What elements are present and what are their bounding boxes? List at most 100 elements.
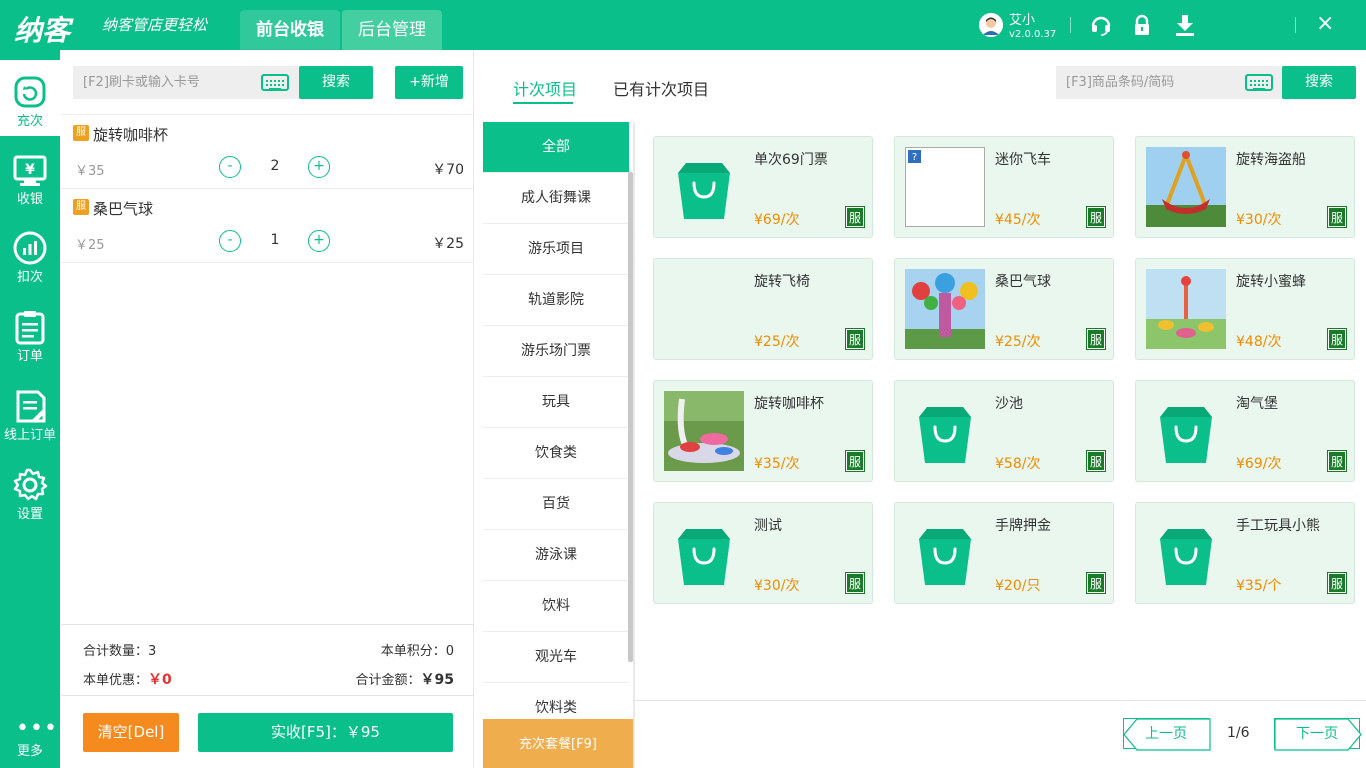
product-name: 单次69门票	[754, 152, 828, 168]
shopping-bag-icon	[664, 147, 744, 227]
product-price: ¥69/次	[754, 212, 800, 228]
category-item[interactable]: 全部	[483, 122, 629, 173]
product-card[interactable]: 单次69门票 ¥69/次 服	[653, 136, 873, 238]
sidebar-item-cashier[interactable]: ¥ 收银	[0, 138, 60, 214]
cart-item-name: 桑巴气球	[93, 200, 154, 218]
order-points: 本单积分：0	[381, 640, 454, 659]
qty-value: 1	[270, 232, 280, 248]
cart-row[interactable]: 服 旋转咖啡杯 ￥35 - 2 + ￥70	[61, 115, 474, 189]
cart-item-total: ￥70	[432, 162, 464, 178]
shopping-bag-icon	[905, 391, 985, 471]
category-item[interactable]: 饮食类	[483, 428, 629, 479]
tab-count-items[interactable]: 计次项目	[513, 76, 577, 100]
next-page-button[interactable]: 下一页	[1274, 718, 1362, 751]
product-search-button[interactable]: 搜索	[1282, 66, 1356, 99]
service-badge: 服	[1327, 328, 1347, 350]
product-price: ¥30/次	[1236, 212, 1282, 228]
keyboard-icon[interactable]	[1245, 74, 1273, 91]
card-search-button[interactable]: 搜索	[299, 66, 373, 99]
category-item[interactable]: 轨道影院	[483, 275, 629, 326]
sidebar-item-orders[interactable]: 订单	[0, 295, 60, 371]
category-item[interactable]: 成人街舞课	[483, 173, 629, 224]
product-name: 旋转咖啡杯	[754, 396, 824, 412]
order-summary: 合计数量：3 本单积分：0 本单优惠：￥0 合计金额：￥95	[61, 624, 474, 696]
total-amount-label: 合计金额：	[355, 673, 421, 688]
qty-increase-button[interactable]: +	[308, 230, 330, 252]
tab-front-cashier[interactable]: 前台收银	[240, 10, 340, 50]
product-card[interactable]: 旋转海盗船 ¥30/次 服	[1135, 136, 1355, 238]
shopping-bag-icon	[1146, 391, 1226, 471]
add-member-button[interactable]: +新增	[395, 66, 463, 99]
service-badge: 服	[1086, 450, 1106, 472]
active-tab-indicator	[513, 102, 573, 104]
product-card[interactable]: 旋转飞椅 ¥25/次 服	[653, 258, 873, 360]
more-icon[interactable]: •••	[16, 718, 58, 740]
prev-page-button[interactable]: 上一页	[1123, 718, 1211, 751]
cart-item-total: ￥25	[432, 236, 464, 252]
product-price: ¥25/次	[754, 334, 800, 350]
product-card[interactable]: 淘气堡 ¥69/次 服	[1135, 380, 1355, 482]
category-item[interactable]: 游泳课	[483, 530, 629, 581]
product-price: ¥35/个	[1236, 578, 1282, 594]
category-item[interactable]: 游乐项目	[483, 224, 629, 275]
total-count: 合计数量：3	[83, 640, 156, 659]
keyboard-icon[interactable]	[261, 74, 289, 91]
product-name: 测试	[754, 518, 782, 534]
product-name: 手工玩具小熊	[1236, 518, 1320, 534]
sidebar-item-online-orders[interactable]: 线上订单	[0, 374, 60, 450]
sidebar-item-deduct[interactable]: 扣次	[0, 216, 60, 292]
product-name: 沙池	[995, 396, 1023, 412]
service-badge: 服	[1327, 450, 1347, 472]
tab-existing-count-items[interactable]: 已有计次项目	[613, 76, 709, 100]
discount-value: ￥0	[148, 672, 172, 688]
product-image	[1146, 269, 1226, 349]
service-tag: 服	[73, 199, 89, 215]
qty-increase-button[interactable]: +	[308, 156, 330, 178]
category-item[interactable]: 百货	[483, 479, 629, 530]
product-card[interactable]: 旋转咖啡杯 ¥35/次 服	[653, 380, 873, 482]
headset-icon[interactable]	[1089, 13, 1113, 37]
product-price: ¥69/次	[1236, 456, 1282, 472]
product-image	[664, 269, 744, 349]
category-item[interactable]: 游乐场门票	[483, 326, 629, 377]
download-icon[interactable]	[1173, 13, 1197, 37]
sidebar-item-more[interactable]: 更多	[0, 740, 60, 759]
divider	[1295, 17, 1296, 33]
recharge-package-button[interactable]: 充次套餐[F9]	[483, 719, 633, 768]
prev-page-label: 上一页	[1145, 726, 1187, 742]
total-count-label: 合计数量：	[83, 644, 149, 659]
sidebar-item-recharge[interactable]: 充次	[0, 60, 60, 136]
points-value: 0	[445, 644, 454, 659]
sidebar-item-settings[interactable]: 设置	[0, 453, 60, 529]
product-name: 旋转小蜜蜂	[1236, 274, 1306, 290]
user-avatar[interactable]	[979, 13, 1003, 37]
pay-button[interactable]: 实收[F5]：￥95	[198, 713, 453, 752]
sidebar: 充次 ¥ 收银 扣次 订单 线上订单 设置 ••• 更多	[0, 50, 60, 768]
tab-back-office[interactable]: 后台管理	[342, 10, 442, 50]
category-item[interactable]: 饮料	[483, 581, 629, 632]
next-page-label: 下一页	[1296, 726, 1338, 742]
category-item[interactable]: 玩具	[483, 377, 629, 428]
qty-decrease-button[interactable]: -	[219, 230, 241, 252]
sidebar-item-label: 线上订单	[3, 428, 56, 443]
product-card[interactable]: 沙池 ¥58/次 服	[894, 380, 1114, 482]
category-item[interactable]: 观光车	[483, 632, 629, 683]
cart-row[interactable]: 服 桑巴气球 ￥25 - 1 + ￥25	[61, 189, 474, 263]
product-card[interactable]: ? 迷你飞车 ¥45/次 服	[894, 136, 1114, 238]
product-card[interactable]: 手工玩具小熊 ¥35/个 服	[1135, 502, 1355, 604]
service-badge: 服	[845, 572, 865, 594]
sidebar-item-label: 设置	[16, 507, 43, 522]
close-icon[interactable]: ×	[1316, 12, 1334, 36]
product-card[interactable]: 手牌押金 ¥20/只 服	[894, 502, 1114, 604]
product-image	[905, 269, 985, 349]
product-card[interactable]: 桑巴气球 ¥25/次 服	[894, 258, 1114, 360]
lock-icon[interactable]	[1130, 13, 1154, 37]
product-card[interactable]: 测试 ¥30/次 服	[653, 502, 873, 604]
order-total: 合计金额：￥95	[356, 669, 455, 689]
cart-item-price: ￥35	[75, 164, 105, 179]
qty-decrease-button[interactable]: -	[219, 156, 241, 178]
service-tag: 服	[73, 125, 89, 141]
product-card[interactable]: 旋转小蜜蜂 ¥48/次 服	[1135, 258, 1355, 360]
divider	[1070, 17, 1071, 33]
clear-button[interactable]: 清空[Del]	[83, 713, 179, 752]
